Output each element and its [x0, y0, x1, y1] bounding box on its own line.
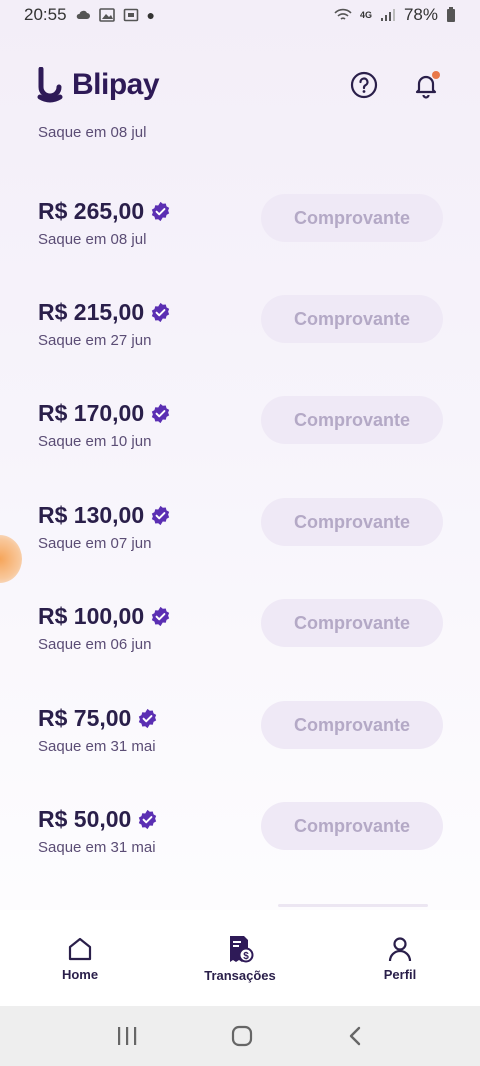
transaction-amount: R$ 215,00 [38, 299, 145, 325]
list-item: R$ 170,00 Saque em 10 jun Comprovante [0, 396, 480, 480]
home-icon [68, 937, 92, 960]
verified-badge-icon [151, 606, 170, 627]
transaction-amount: R$ 265,00 [38, 198, 145, 224]
transaction-amount: R$ 130,00 [38, 502, 145, 528]
calendar-icon [123, 8, 138, 22]
transaction-amount: R$ 50,00 [38, 806, 132, 832]
transaction-amount: R$ 170,00 [38, 400, 145, 426]
user-icon [388, 936, 412, 961]
list-item: R$ 75,00 Saque em 31 mai Comprovante [0, 701, 480, 785]
nav-transactions[interactable]: $ Transações [180, 934, 300, 983]
back-icon[interactable] [345, 1025, 365, 1047]
gallery-icon [98, 8, 115, 22]
transaction-date: Saque em 10 jun [38, 433, 152, 450]
wifi-icon [334, 8, 352, 20]
transaction-amount: R$ 100,00 [38, 603, 145, 629]
verified-badge-icon [151, 201, 170, 222]
logo: Blipay [36, 67, 160, 103]
status-time: 20:55 [24, 5, 67, 24]
status-bar: 20:55 ● 4G 78% [0, 0, 480, 30]
receipt-button[interactable]: Comprovante [261, 599, 443, 647]
nav-home[interactable]: Home [20, 935, 140, 982]
receipt-button[interactable]: Comprovante [261, 194, 443, 242]
nav-profile-label: Perfil [383, 966, 417, 982]
receipt-dollar-icon: $ [230, 935, 254, 962]
transaction-date: Saque em 27 jun [38, 332, 152, 349]
verified-badge-icon [139, 809, 157, 830]
transaction-date: Saque em 08 jul [38, 231, 147, 248]
transaction-date: Saque em 06 jun [38, 636, 152, 653]
list-item: R$ 265,00 Saque em 08 jul Comprovante [0, 194, 480, 278]
list-item: R$ 100,00 Saque em 06 jun Comprovante [0, 599, 480, 683]
receipt-button[interactable]: Comprovante [261, 396, 443, 444]
network-label: 4G [359, 10, 372, 20]
nav-home-label: Home [61, 966, 99, 982]
receipt-button[interactable]: Comprovante [261, 701, 443, 749]
receipt-button[interactable]: Comprovante [261, 295, 443, 343]
receipt-button[interactable]: Comprovante [261, 498, 443, 546]
bottom-nav: Home $ Transações Perfil [0, 910, 480, 1006]
nav-transactions-label: Transações [204, 967, 276, 983]
notification-dot [432, 71, 440, 79]
transaction-date: Saque em 31 mai [38, 738, 156, 755]
battery-icon [447, 7, 455, 22]
home-button-icon[interactable] [230, 1024, 254, 1048]
signal-icon [380, 9, 395, 21]
app-header: Blipay [0, 55, 480, 115]
transaction-date: Saque em 31 mai [38, 839, 156, 856]
battery-level: 78% [403, 5, 438, 24]
transaction-date: Saque em 07 jun [38, 535, 152, 552]
receipt-button[interactable]: Comprovante [261, 802, 443, 850]
system-nav-bar [0, 1006, 480, 1066]
blipay-logo-icon [37, 67, 63, 103]
verified-badge-icon [139, 708, 157, 729]
nav-profile[interactable]: Perfil [340, 935, 460, 982]
partial-row-hint [278, 904, 428, 907]
help-circle-icon [350, 71, 378, 99]
logo-text: Blipay [72, 68, 160, 101]
svg-text:$: $ [243, 951, 249, 962]
list-item: R$ 50,00 Saque em 31 mai Comprovante [0, 802, 480, 886]
partial-row-date: Saque em 08 jul [38, 124, 147, 141]
cloud-icon [76, 10, 90, 19]
help-button[interactable] [346, 67, 382, 103]
verified-badge-icon [151, 403, 170, 424]
transaction-list[interactable]: Saque em 08 jul R$ 265,00 Saque em 08 ju… [0, 120, 480, 910]
notifications-button[interactable] [408, 67, 444, 103]
recent-apps-icon[interactable] [115, 1025, 139, 1047]
transaction-amount: R$ 75,00 [38, 705, 132, 731]
verified-badge-icon [151, 505, 170, 526]
dot-icon: ● [146, 7, 156, 23]
list-item: R$ 215,00 Saque em 27 jun Comprovante [0, 295, 480, 379]
list-item: R$ 130,00 Saque em 07 jun Comprovante [0, 498, 480, 582]
verified-badge-icon [151, 302, 170, 323]
